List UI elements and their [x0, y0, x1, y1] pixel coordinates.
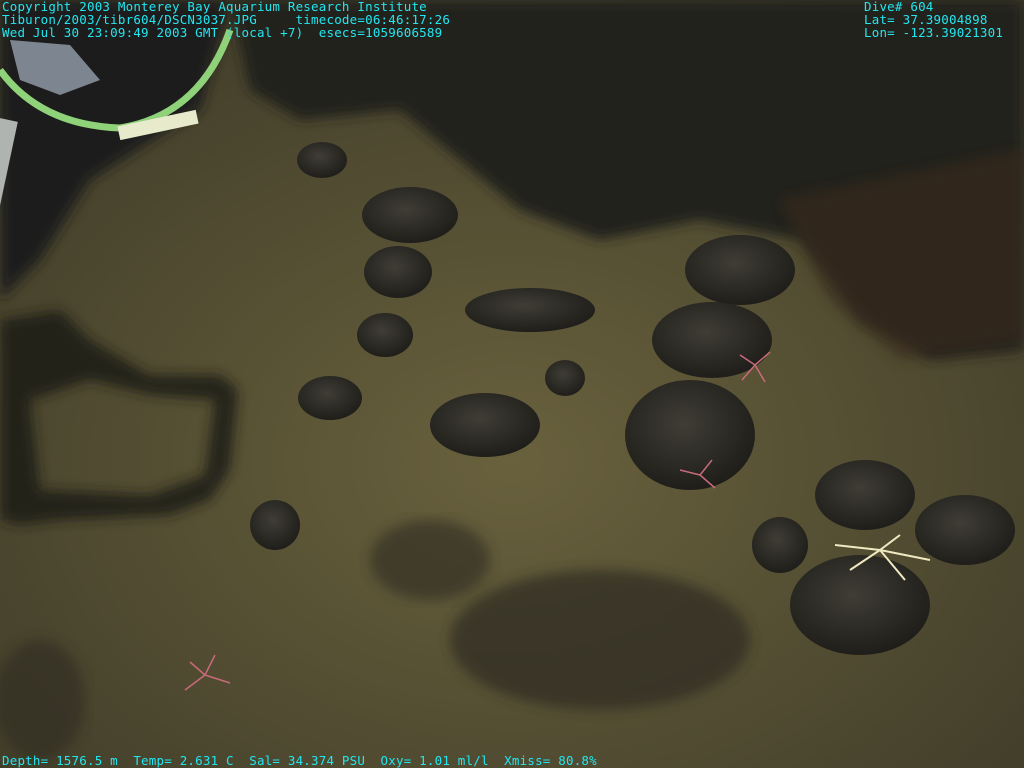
sensor-readout: Depth= 1576.5 m Temp= 2.631 C Sal= 34.37…	[2, 753, 597, 768]
seafloor-photo	[0, 0, 1024, 768]
date-esecs-text: Wed Jul 30 23:09:49 2003 GMT (local +7) …	[2, 25, 443, 40]
longitude: Lon= -123.39021301	[864, 25, 1004, 40]
header-overlay: Copyright 2003 Monterey Bay Aquarium Res…	[2, 0, 450, 39]
position-overlay: Dive# 604 Lat= 37.39004898 Lon= -123.39021…	[864, 0, 1003, 39]
